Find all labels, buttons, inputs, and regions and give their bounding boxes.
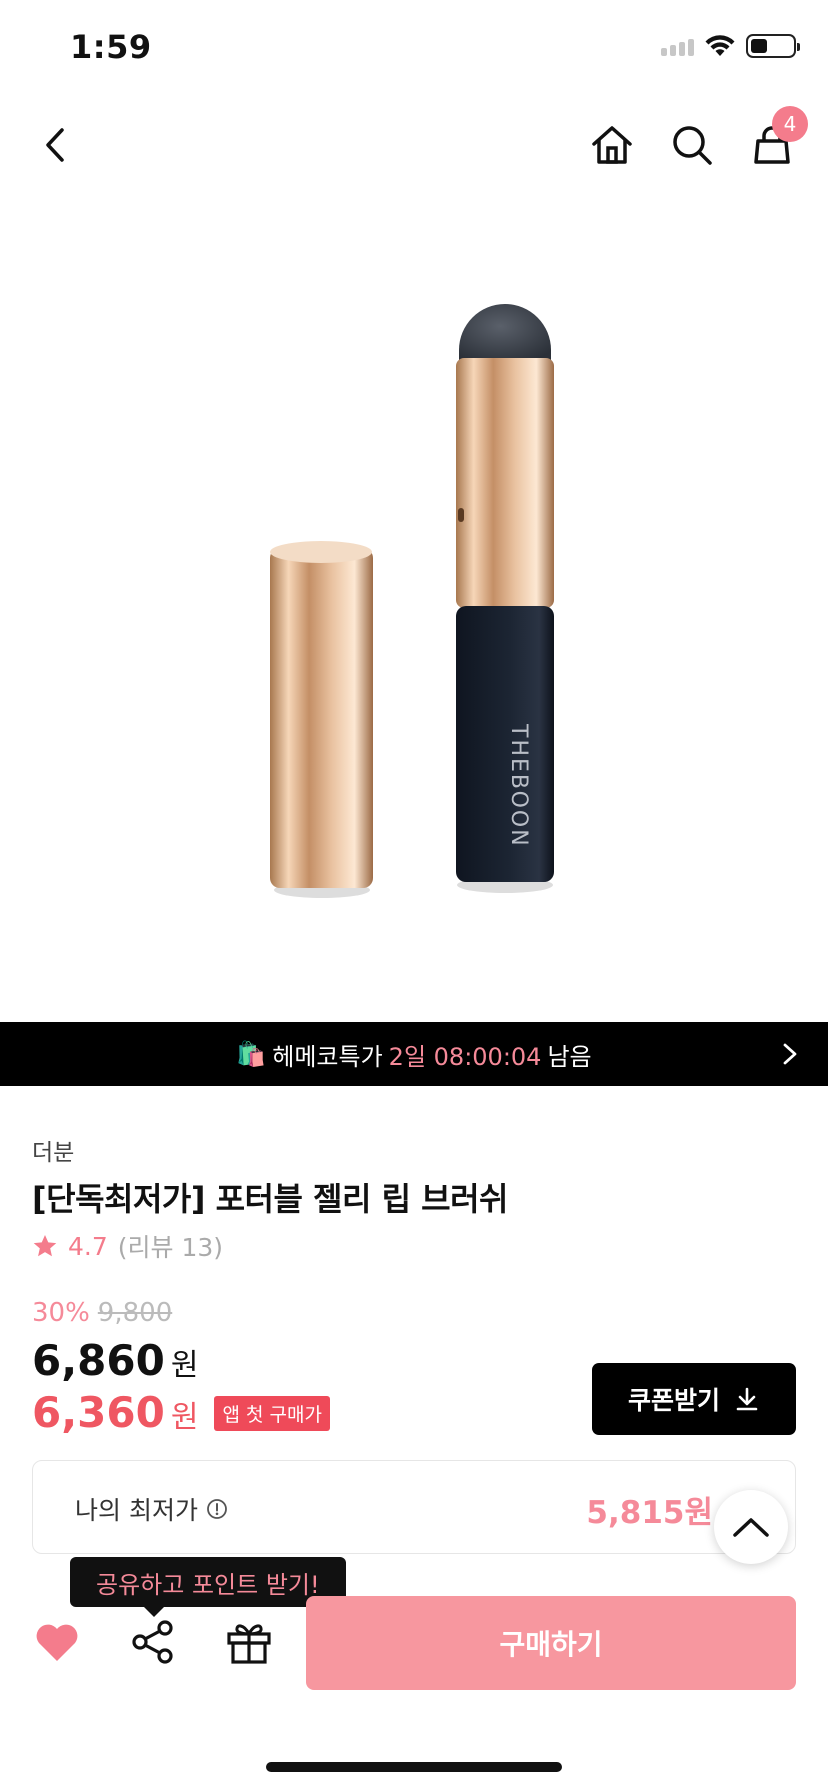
battery-icon <box>746 34 800 58</box>
discount-row: 30% 9,800 <box>32 1298 172 1328</box>
cellular-signal-icon <box>661 36 694 56</box>
gift-icon[interactable] <box>224 1617 274 1667</box>
product-title: [단독최저가] 포터블 젤리 립 브러쉬 <box>32 1180 508 1218</box>
rating[interactable]: 4.7 (리뷰 13) <box>32 1228 223 1264</box>
special-deal-timer-banner[interactable]: 🛍️ 헤메코특가 2일 08:00:04 남음 <box>0 1022 828 1086</box>
lowest-price-label: 나의 최저가 <box>75 1496 198 1525</box>
wifi-icon <box>705 35 735 56</box>
status-bar: 1:59 <box>0 0 828 92</box>
shopping-bag-emoji-icon: 🛍️ <box>236 1040 267 1068</box>
original-price: 9,800 <box>97 1298 173 1328</box>
heart-icon[interactable] <box>32 1617 82 1667</box>
review-count: (리뷰 13) <box>117 1233 224 1262</box>
discount-percent: 30% <box>32 1298 90 1328</box>
share-icon[interactable] <box>128 1617 178 1667</box>
product-brand-print: THEBOON <box>506 723 531 848</box>
price-row: 6,860 원 <box>32 1336 198 1385</box>
brand-name[interactable]: 더분 <box>32 1133 74 1167</box>
deal-suffix: 남음 <box>547 1042 592 1071</box>
lowest-price-value: 5,815원 <box>586 1495 713 1531</box>
status-time: 1:59 <box>70 28 152 66</box>
home-icon[interactable] <box>589 122 635 168</box>
app-price-unit: 원 <box>170 1400 199 1435</box>
chevron-up-icon <box>733 1518 769 1537</box>
sale-price: 6,860 <box>32 1336 165 1385</box>
back-arrow-icon[interactable] <box>36 122 76 168</box>
buy-button[interactable]: 구매하기 <box>306 1596 796 1690</box>
download-icon <box>736 1387 758 1411</box>
home-indicator <box>266 1762 562 1772</box>
status-icons <box>661 34 800 58</box>
coupon-download-button[interactable]: 쿠폰받기 <box>592 1363 796 1435</box>
chevron-right-icon <box>783 1043 797 1065</box>
rating-score: 4.7 <box>68 1231 108 1261</box>
scroll-to-top-button[interactable] <box>714 1490 788 1564</box>
top-nav-bar <box>0 100 828 190</box>
info-icon[interactable] <box>206 1498 228 1520</box>
search-icon[interactable] <box>669 122 715 168</box>
my-lowest-price-box[interactable]: 나의 최저가 5,815원 <box>32 1460 796 1554</box>
app-first-purchase-badge: 앱 첫 구매가 <box>214 1396 330 1431</box>
app-price-row: 6,360 원 앱 첫 구매가 <box>32 1388 330 1437</box>
deal-countdown: 2일 08:00:04 <box>388 1042 542 1071</box>
app-first-purchase-price: 6,360 <box>32 1388 165 1437</box>
lowest-price-label-group: 나의 최저가 <box>75 1491 228 1527</box>
deal-label: 헤메코특가 <box>272 1042 383 1071</box>
star-icon <box>33 1234 57 1257</box>
coupon-button-label: 쿠폰받기 <box>627 1386 720 1415</box>
share-points-tooltip: 공유하고 포인트 받기! <box>70 1557 346 1617</box>
sale-price-unit: 원 <box>170 1348 199 1383</box>
product-image: THEBOON <box>270 304 554 898</box>
cart-count-badge: 4 <box>772 106 808 142</box>
